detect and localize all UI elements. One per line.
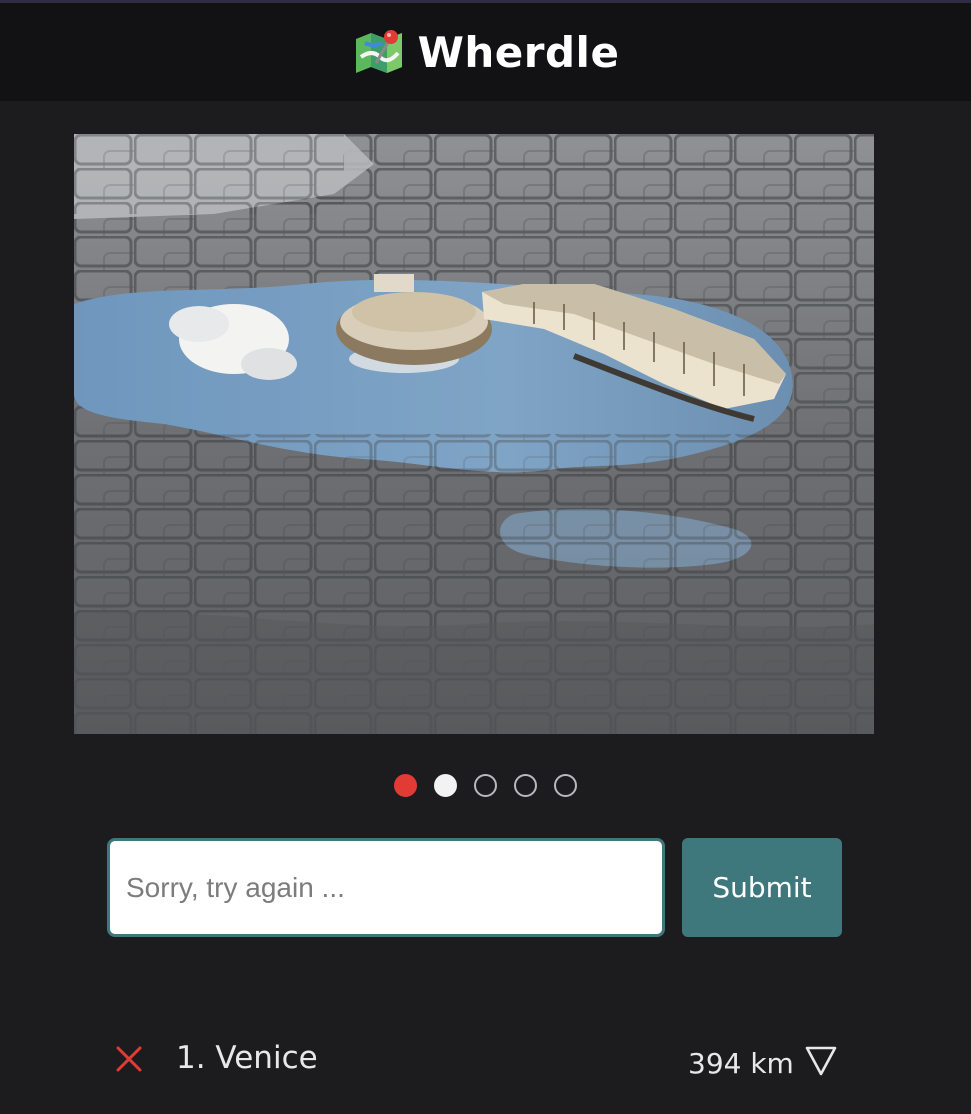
guess-row: 1. Venice 394 km (114, 1030, 842, 1090)
guess-input[interactable] (107, 838, 665, 937)
guess-distance: 394 km (688, 1047, 794, 1080)
progress-dot[interactable] (474, 774, 497, 797)
arrow-direction-icon (805, 1046, 837, 1076)
app-title: Wherdle (417, 27, 620, 77)
progress-dots (0, 774, 971, 798)
puddle-reflection-photo (74, 134, 874, 734)
progress-dot[interactable] (394, 774, 417, 797)
submit-button[interactable]: Submit (682, 838, 842, 937)
guess-label: 1. Venice (176, 1040, 318, 1076)
progress-dot[interactable] (434, 774, 457, 797)
page: Wherdle Sorry, try again ... Submit 1. V… (0, 0, 971, 1114)
x-icon (116, 1046, 142, 1072)
brand[interactable]: Wherdle (352, 27, 620, 77)
progress-dot[interactable] (554, 774, 577, 797)
app-header: Wherdle (0, 3, 971, 101)
progress-dot[interactable] (514, 774, 537, 797)
folded-map-pin-icon (355, 30, 402, 73)
